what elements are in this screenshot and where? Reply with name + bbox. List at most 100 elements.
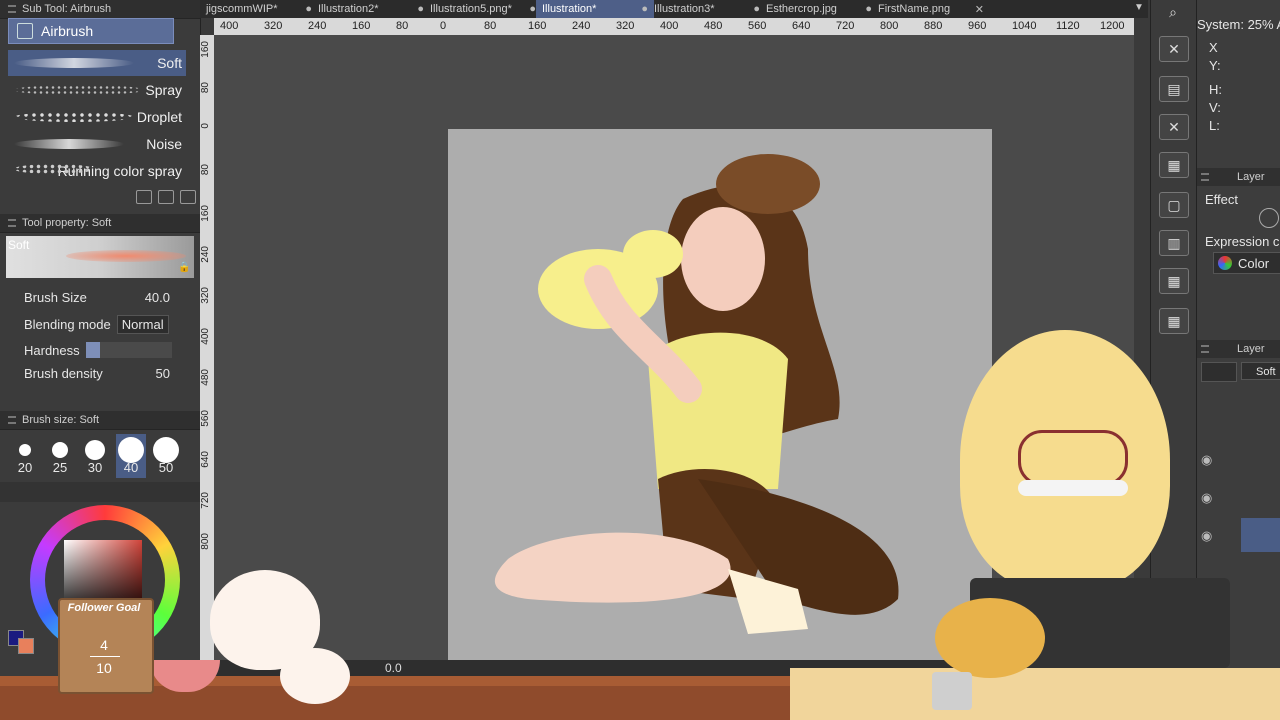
brush-label: Noise: [146, 136, 182, 152]
overlay-mug: [932, 672, 972, 710]
y-label: Y:: [1209, 58, 1221, 73]
layer-blend-select[interactable]: Soft: [1241, 362, 1280, 380]
brush-spray[interactable]: Spray: [8, 77, 186, 103]
ruler-tick-label: 240: [200, 246, 211, 263]
airbrush-group-tab[interactable]: Airbrush: [8, 18, 174, 44]
close-icon[interactable]: ✕: [1159, 114, 1189, 140]
airbrush-icon: [17, 23, 33, 39]
grip-icon[interactable]: [1201, 173, 1209, 181]
brush-noise[interactable]: Noise: [8, 131, 186, 157]
layer-panel-header: Layer: [1197, 340, 1280, 358]
effect-label: Effect: [1205, 192, 1239, 207]
layers-icon[interactable]: ▤: [1159, 76, 1189, 102]
tab-firstname[interactable]: FirstName.png ✕: [872, 0, 990, 18]
ruler-tick-label: 400: [220, 20, 239, 32]
close-icon[interactable]: ✕: [1159, 36, 1189, 62]
tab-illustration3[interactable]: Illustration3* ●: [648, 0, 766, 18]
tab-jigscommwip[interactable]: jigscommWIP* ●: [200, 0, 318, 18]
layer-type-select[interactable]: [1201, 362, 1237, 382]
brush-size-title: Brush size: Soft: [22, 414, 100, 426]
trash-icon[interactable]: [180, 190, 196, 204]
illustration-artwork: [494, 154, 899, 634]
follower-goal-current: 4: [100, 637, 108, 653]
tab-esthercrop[interactable]: Esthercrop.jpg ●: [760, 0, 878, 18]
eye-icon[interactable]: ◉: [1201, 452, 1212, 468]
layout-icon[interactable]: ▥: [1159, 230, 1189, 256]
add-subtool-icon[interactable]: [136, 190, 152, 204]
size-dot-20[interactable]: [19, 444, 31, 456]
eye-icon[interactable]: ◉: [1201, 528, 1212, 544]
expression-color-button[interactable]: Color: [1213, 252, 1280, 274]
hardness-label: Hardness: [24, 342, 80, 358]
ruler-tick-label: 720: [200, 492, 211, 509]
tab-dot-icon[interactable]: ●: [305, 3, 312, 15]
expression-label: Expression c: [1205, 234, 1280, 249]
ruler-tick-label: 80: [396, 20, 409, 32]
color-icon: [1218, 256, 1232, 270]
ruler-tick-label: 320: [200, 287, 211, 304]
ruler-tick-label: 400: [660, 20, 679, 32]
ruler-tick-label: 720: [836, 20, 855, 32]
effect-circle-icon[interactable]: [1259, 208, 1279, 228]
ruler-tick-label: 560: [748, 20, 767, 32]
tab-dot-icon[interactable]: ●: [865, 3, 872, 15]
tab-illustration5[interactable]: Illustration5.png* ●: [424, 0, 542, 18]
ruler-tick-label: 800: [880, 20, 899, 32]
grid-icon[interactable]: ▦: [1159, 152, 1189, 178]
brush-droplet[interactable]: Droplet: [8, 104, 186, 130]
blending-mode-label: Blending mode: [24, 316, 111, 332]
grip-icon[interactable]: [8, 5, 16, 13]
frame-icon[interactable]: ▢: [1159, 192, 1189, 218]
chevron-down-icon[interactable]: ▼: [1134, 2, 1144, 13]
size-dot-30[interactable]: [85, 440, 105, 460]
follower-goal-target: 10: [96, 660, 112, 676]
tab-dot-icon[interactable]: ●: [753, 3, 760, 15]
tab-dot-icon[interactable]: ●: [641, 3, 648, 15]
layer-row-selected[interactable]: [1241, 518, 1280, 552]
brush-label: Soft: [157, 55, 182, 71]
brush-size-label: Brush Size: [24, 289, 87, 305]
puppy-head-shape: [623, 230, 683, 278]
close-icon[interactable]: ✕: [975, 3, 984, 16]
tab-label: FirstName.png: [878, 3, 951, 15]
brush-size-value[interactable]: 40.0: [145, 290, 170, 305]
tab-dot-icon[interactable]: ●: [417, 3, 424, 15]
grip-icon[interactable]: [8, 219, 16, 227]
ruler-tick-label: 80: [484, 20, 497, 32]
eye-icon[interactable]: ◉: [1201, 490, 1212, 506]
overlay-mascot: [935, 598, 1045, 678]
canvas-paper[interactable]: [448, 129, 992, 660]
brush-running-color-spray[interactable]: Running color spray: [8, 158, 186, 184]
ruler-tick-label: 400: [200, 328, 211, 345]
size-label: 25: [52, 460, 68, 475]
tool-property-title: Tool property: Soft: [22, 217, 112, 229]
tab-dot-icon[interactable]: ●: [529, 3, 536, 15]
tiles-icon[interactable]: ▦: [1159, 308, 1189, 334]
tab-label: Esthercrop.jpg: [766, 3, 837, 15]
rotation-value[interactable]: 0.0: [385, 661, 402, 675]
grip-icon[interactable]: [1201, 345, 1209, 353]
hardness-slider[interactable]: [86, 342, 172, 358]
brush-density-value[interactable]: 50: [156, 366, 170, 381]
face-shape: [681, 207, 765, 311]
ruler-tick-label: 160: [528, 20, 547, 32]
h-label: H:: [1209, 82, 1222, 97]
duplicate-subtool-icon[interactable]: [158, 190, 174, 204]
size-dot-25[interactable]: [52, 442, 68, 458]
lock-icon[interactable]: 🔒: [178, 262, 190, 273]
search-icon[interactable]: ⌕: [1159, 0, 1187, 24]
brush-soft[interactable]: Soft: [8, 50, 186, 76]
ruler-tick-label: 480: [200, 369, 211, 386]
avatar-glasses: [1018, 430, 1128, 486]
color-panel-toolbar: [0, 482, 200, 502]
tab-illustration2[interactable]: Illustration2* ●: [312, 0, 430, 18]
avatar-bone: [1018, 480, 1128, 496]
follower-goal-divider: [90, 656, 120, 657]
sub-color-swatch[interactable]: [18, 638, 34, 654]
tab-illustration[interactable]: Illustration* ●: [536, 0, 654, 18]
tiles-icon[interactable]: ▦: [1159, 268, 1189, 294]
horizontal-ruler: 400 320 240 160 80 0 80 160 240 320 400 480 560 640 72…: [214, 18, 1134, 35]
blending-mode-select[interactable]: Normal: [116, 314, 169, 334]
ruler-tick-label: 0: [200, 123, 211, 129]
grip-icon[interactable]: [8, 416, 16, 424]
